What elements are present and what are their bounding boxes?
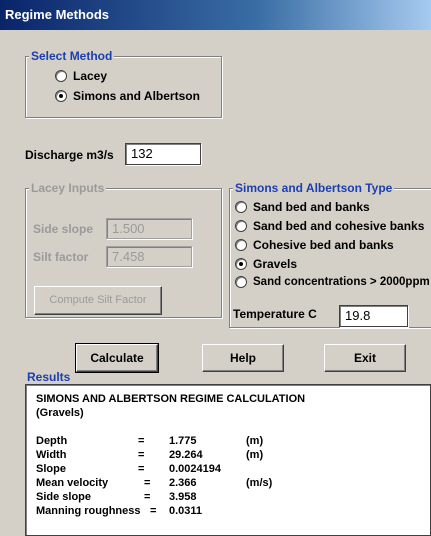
result-unit: (m/s)	[246, 477, 273, 489]
cohesive-bed-banks-radio[interactable]	[235, 239, 247, 251]
discharge-label: Discharge m3/s	[25, 148, 114, 162]
result-value: 0.0311	[169, 505, 203, 517]
sa-type-legend: Simons and Albertson Type	[233, 181, 395, 195]
result-name: Manning roughness	[36, 505, 141, 517]
simons-albertson-radio[interactable]	[55, 90, 67, 102]
result-eq: =	[138, 435, 145, 447]
result-eq: =	[138, 449, 145, 461]
cohesive-bed-banks-label: Cohesive bed and banks	[253, 238, 394, 252]
sand-bed-cohesive-banks-label: Sand bed and cohesive banks	[253, 219, 425, 233]
result-unit: (m)	[246, 449, 264, 461]
result-eq: =	[138, 463, 145, 475]
window-title: Regime Methods	[5, 7, 110, 22]
result-value: 3.958	[169, 491, 197, 503]
sand-bed-banks-label: Sand bed and banks	[253, 200, 370, 214]
sa-option-sand-concentrations[interactable]: Sand concentrations > 2000ppm	[235, 276, 430, 288]
results-textbox[interactable]: SIMONS AND ALBERTSON REGIME CALCULATION …	[25, 384, 431, 536]
sa-option-cohesive-bed-banks[interactable]: Cohesive bed and banks	[235, 238, 394, 252]
lacey-inputs-legend: Lacey Inputs	[29, 181, 107, 195]
result-name: Mean velocity	[36, 477, 109, 489]
select-method-legend: Select Method	[29, 49, 115, 63]
result-eq: =	[150, 505, 157, 517]
results-subheading: (Gravels)	[36, 407, 84, 419]
lacey-radio[interactable]	[55, 70, 67, 82]
window-title-bar: Regime Methods	[0, 0, 431, 30]
result-name: Slope	[36, 463, 66, 475]
compute-silt-factor-button[interactable]: Compute Silt Factor	[34, 286, 162, 315]
sand-concentrations-label: Sand concentrations > 2000ppm	[253, 276, 430, 288]
silt-factor-input[interactable]: 7.458	[106, 246, 192, 267]
method-option-simons-albertson[interactable]: Simons and Albertson	[55, 89, 200, 103]
side-slope-label: Side slope	[33, 222, 94, 236]
result-value: 0.0024194	[169, 463, 221, 475]
results-heading: SIMONS AND ALBERTSON REGIME CALCULATION	[36, 393, 306, 405]
calculate-button[interactable]: Calculate	[75, 343, 159, 373]
sand-bed-banks-radio[interactable]	[235, 201, 247, 213]
result-eq: =	[144, 491, 151, 503]
discharge-input[interactable]: 132	[125, 143, 201, 165]
temperature-label: Temperature C	[233, 307, 317, 321]
sa-option-sand-bed-banks[interactable]: Sand bed and banks	[235, 200, 370, 214]
gravels-label: Gravels	[253, 257, 298, 271]
sand-bed-cohesive-banks-radio[interactable]	[235, 220, 247, 232]
gravels-radio[interactable]	[235, 258, 247, 270]
result-value: 1.775	[169, 435, 197, 447]
simons-albertson-label: Simons and Albertson	[73, 89, 200, 103]
results-legend: Results	[25, 370, 73, 384]
silt-factor-label: Silt factor	[33, 250, 89, 264]
result-value: 29.264	[169, 449, 203, 461]
help-button[interactable]: Help	[202, 344, 284, 372]
select-method-group: Select Method Lacey Simons and Albertson	[25, 49, 222, 118]
result-unit: (m)	[246, 435, 264, 447]
method-option-lacey[interactable]: Lacey	[55, 69, 107, 83]
sa-option-sand-bed-cohesive-banks[interactable]: Sand bed and cohesive banks	[235, 219, 424, 233]
lacey-label: Lacey	[73, 69, 108, 83]
result-name: Depth	[36, 435, 68, 447]
sand-concentrations-radio[interactable]	[235, 276, 247, 288]
result-name: Width	[36, 449, 67, 461]
sa-option-gravels[interactable]: Gravels	[235, 257, 297, 271]
side-slope-input[interactable]: 1.500	[106, 218, 192, 239]
temperature-input[interactable]: 19.8	[339, 305, 408, 327]
exit-button[interactable]: Exit	[324, 344, 406, 372]
result-name: Side slope	[36, 491, 92, 503]
result-value: 2.366	[169, 477, 197, 489]
result-eq: =	[144, 477, 151, 489]
